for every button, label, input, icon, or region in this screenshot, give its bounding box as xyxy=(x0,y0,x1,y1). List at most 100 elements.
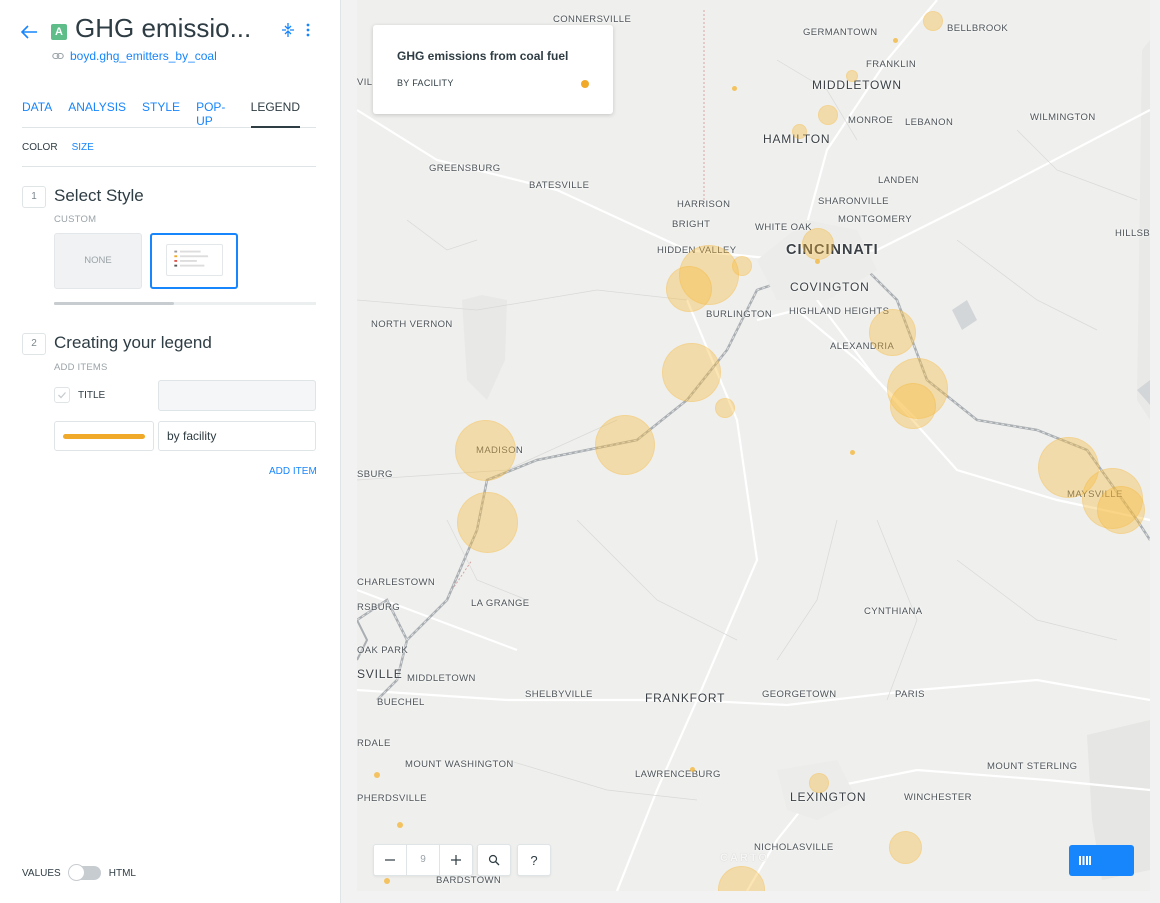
emission-bubble[interactable] xyxy=(889,831,922,864)
zoom-level: 9 xyxy=(406,845,440,875)
place-label: GERMANTOWN xyxy=(803,27,878,38)
emission-bubble[interactable] xyxy=(666,266,712,312)
map-canvas[interactable]: CONNERSVILLE GERMANTOWN BELLBROOK FRANKL… xyxy=(357,0,1150,891)
place-label: MOUNT STERLING xyxy=(987,761,1078,772)
zoom-in-button[interactable] xyxy=(440,845,472,875)
emission-bubble[interactable] xyxy=(455,420,516,481)
emission-bubble[interactable] xyxy=(809,773,829,793)
place-label: RDALE xyxy=(357,738,391,749)
place-label: WILMINGTON xyxy=(1030,112,1096,123)
emission-bubble[interactable] xyxy=(662,343,721,402)
place-label: LAWRENCEBURG xyxy=(635,769,721,780)
map-search-button[interactable] xyxy=(478,845,510,875)
plus-icon xyxy=(451,855,461,865)
emission-bubble[interactable] xyxy=(595,415,655,475)
step-title: Creating your legend xyxy=(54,333,212,352)
emission-bubble[interactable] xyxy=(715,398,735,418)
legend-item-input[interactable] xyxy=(158,421,316,451)
step-title: Select Style xyxy=(54,186,144,205)
emission-bubble[interactable] xyxy=(792,124,807,139)
emission-bubble[interactable] xyxy=(923,11,943,31)
html-toggle[interactable] xyxy=(67,864,101,881)
place-label: BUECHEL xyxy=(377,697,425,708)
scrollbar-thumb[interactable] xyxy=(54,302,174,305)
place-label: MIDDLETOWN xyxy=(812,78,902,92)
legend-item-label: BY FACILITY xyxy=(397,78,454,88)
emission-point[interactable] xyxy=(815,259,820,264)
place-label: VIL xyxy=(357,77,373,88)
tab-legend[interactable]: LEGEND xyxy=(250,98,300,128)
back-arrow-icon[interactable] xyxy=(18,21,40,43)
place-label: OAK PARK xyxy=(357,645,409,656)
place-label: HIGHLAND HEIGHTS xyxy=(789,306,890,317)
place-label: WINCHESTER xyxy=(904,792,972,803)
more-options-icon[interactable] xyxy=(305,22,311,38)
zoom-control: 9 xyxy=(373,844,473,876)
item-color-picker[interactable] xyxy=(54,421,154,451)
legend-subtabs: COLOR SIZE xyxy=(22,142,316,167)
search-control xyxy=(477,844,511,876)
compress-icon[interactable] xyxy=(281,22,295,38)
tab-style[interactable]: STYLE xyxy=(142,98,180,128)
emission-point[interactable] xyxy=(732,86,737,91)
style-scrollbar[interactable] xyxy=(54,302,316,305)
emission-point[interactable] xyxy=(384,878,390,884)
carto-attribution-logo: CARTO xyxy=(720,852,769,864)
place-label: MONTGOMERY xyxy=(838,214,913,225)
subtab-color[interactable]: COLOR xyxy=(22,142,58,166)
html-label: HTML xyxy=(108,867,136,879)
place-label: COVINGTON xyxy=(790,280,870,294)
help-button[interactable]: ? xyxy=(518,845,550,875)
tab-popup[interactable]: POP-UP xyxy=(196,98,235,128)
place-label: FRANKLIN xyxy=(866,59,917,70)
subtab-size[interactable]: SIZE xyxy=(72,142,94,166)
emission-point[interactable] xyxy=(850,450,855,455)
layer-title[interactable]: GHG emissio... xyxy=(75,13,250,44)
place-label: NORTH VERNON xyxy=(371,319,453,330)
toggle-knob xyxy=(67,864,85,881)
place-label: HARRISON xyxy=(677,199,731,210)
emission-bubble[interactable] xyxy=(1097,486,1145,534)
place-label: LEBANON xyxy=(905,117,954,128)
emission-bubble[interactable] xyxy=(869,309,916,356)
place-label: PHERDSVILLE xyxy=(357,793,427,804)
place-label: CHARLESTOWN xyxy=(357,577,436,588)
style-custom-option[interactable] xyxy=(150,233,238,289)
style-caption: CUSTOM xyxy=(54,214,97,225)
values-label: VALUES xyxy=(22,867,61,879)
emission-point[interactable] xyxy=(690,767,695,772)
emission-bubble[interactable] xyxy=(818,105,838,125)
add-item-link[interactable]: ADD ITEM xyxy=(269,466,317,477)
bar-chart-icon xyxy=(1079,856,1091,865)
emission-bubble[interactable] xyxy=(846,70,858,82)
zoom-out-button[interactable] xyxy=(374,845,406,875)
emission-bubble[interactable] xyxy=(457,492,518,553)
values-html-toggle-row: VALUES HTML xyxy=(22,864,136,881)
emission-point[interactable] xyxy=(397,822,403,828)
title-checkbox[interactable] xyxy=(54,387,70,403)
link-icon xyxy=(52,52,64,60)
place-label: PARIS xyxy=(895,689,925,700)
place-label: SVILLE xyxy=(357,667,403,681)
place-label: FRANKFORT xyxy=(645,691,726,705)
place-label: MONROE xyxy=(848,115,894,126)
legend-item-swatch xyxy=(581,80,589,88)
place-label: BRIGHT xyxy=(672,219,711,230)
tab-analysis[interactable]: ANALYSIS xyxy=(68,98,126,128)
tab-data[interactable]: DATA xyxy=(22,98,52,128)
emission-bubble[interactable] xyxy=(802,228,834,260)
help-control: ? xyxy=(517,844,551,876)
emission-bubble[interactable] xyxy=(890,383,936,429)
emission-point[interactable] xyxy=(893,38,898,43)
widgets-toggle-button[interactable] xyxy=(1069,845,1134,876)
place-label: BATESVILLE xyxy=(529,180,590,191)
style-none-option[interactable]: NONE xyxy=(54,233,142,289)
dataset-source[interactable]: boyd.ghg_emitters_by_coal xyxy=(52,49,217,63)
place-label: GEORGETOWN xyxy=(762,689,837,700)
place-label: HILLSBO xyxy=(1115,228,1150,239)
dataset-name[interactable]: boyd.ghg_emitters_by_coal xyxy=(70,49,217,63)
item-color-swatch xyxy=(63,434,145,439)
layer-letter-badge: A xyxy=(51,24,67,40)
emission-point[interactable] xyxy=(374,772,380,778)
legend-title-input[interactable] xyxy=(158,380,316,411)
